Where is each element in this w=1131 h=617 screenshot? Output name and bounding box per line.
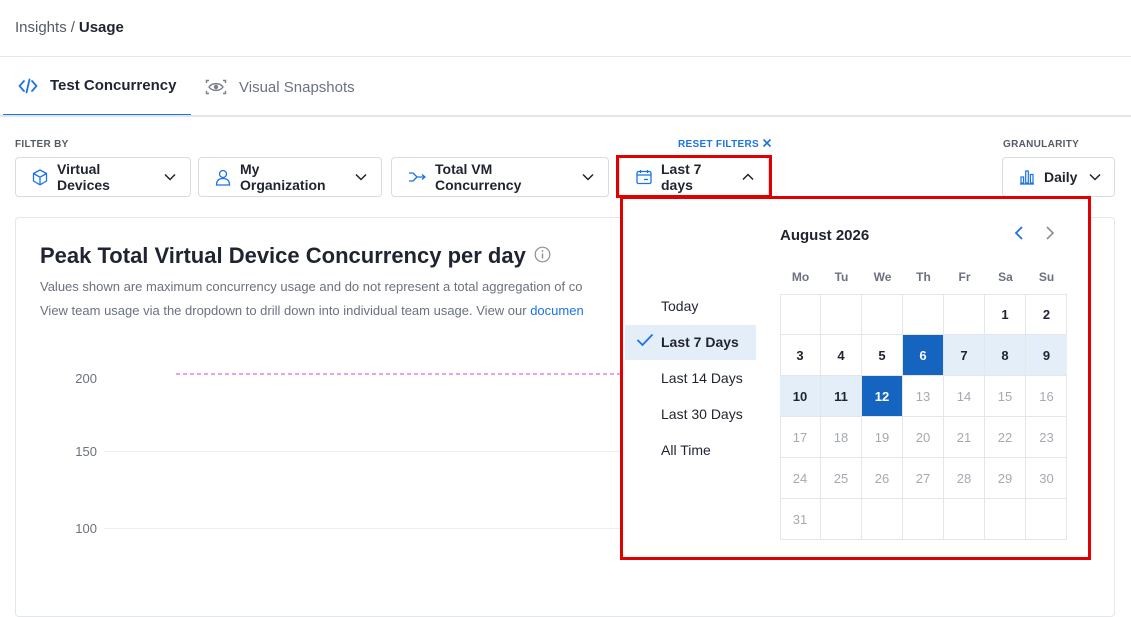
calendar-day[interactable]: 12 — [862, 376, 903, 417]
calendar-empty-cell — [862, 294, 903, 335]
calendar-day[interactable]: 1 — [985, 294, 1026, 335]
calendar-empty-cell — [944, 294, 985, 335]
calendar-empty-cell — [903, 499, 944, 540]
calendar-day: 27 — [903, 458, 944, 499]
close-icon — [762, 138, 772, 151]
chevron-right-icon[interactable] — [1043, 225, 1057, 246]
preset-option[interactable]: Last 30 Days — [661, 406, 743, 422]
month-label: August 2026 — [780, 227, 870, 244]
preset-option[interactable]: Today — [661, 298, 698, 314]
calendar-day: 31 — [780, 499, 821, 540]
weekday-label: We — [873, 270, 892, 284]
calendar-day: 21 — [944, 417, 985, 458]
calendar-day[interactable]: 11 — [821, 376, 862, 417]
calendar-day[interactable]: 2 — [1026, 294, 1067, 335]
calendar-day: 19 — [862, 417, 903, 458]
calendar-day: 23 — [1026, 417, 1067, 458]
calendar-day: 16 — [1026, 376, 1067, 417]
chart-plot — [176, 373, 624, 375]
calendar-day[interactable]: 6 — [903, 335, 944, 376]
calendar-empty-cell — [944, 499, 985, 540]
chevron-left-icon[interactable] — [1012, 225, 1026, 246]
calendar-day: 13 — [903, 376, 944, 417]
granularity-label: GRANULARITY — [1003, 139, 1080, 150]
calendar-day[interactable]: 10 — [780, 376, 821, 417]
calendar-day: 24 — [780, 458, 821, 499]
calendar-day[interactable]: 3 — [780, 335, 821, 376]
calendar-empty-cell — [821, 294, 862, 335]
calendar-day: 18 — [821, 417, 862, 458]
preset-option[interactable]: All Time — [661, 442, 711, 458]
weekday-label: Sa — [998, 270, 1013, 284]
chevron-down-icon — [1089, 173, 1101, 181]
calendar-day[interactable]: 8 — [985, 335, 1026, 376]
calendar-grid: 1 2 3 4 5 6 7 8 9 10 11 12 13 14 15 16 17 18 19 20 21 22 23 24 2… — [780, 294, 1067, 540]
calendar-empty-cell — [1026, 499, 1067, 540]
preset-option[interactable]: Last 14 Days — [661, 370, 743, 386]
granularity-dropdown[interactable]: Daily — [1002, 157, 1115, 197]
reset-filters-button[interactable]: RESET FILTERS — [678, 138, 772, 151]
calendar-day: 28 — [944, 458, 985, 499]
calendar-empty-cell — [903, 294, 944, 335]
calendar-empty-cell — [985, 499, 1026, 540]
calendar-day[interactable]: 4 — [821, 335, 862, 376]
calendar-day: 14 — [944, 376, 985, 417]
weekday-label: Th — [916, 270, 931, 284]
calendar-day: 20 — [903, 417, 944, 458]
granularity-value: Daily — [1044, 169, 1078, 185]
checkmark-icon — [636, 333, 654, 352]
weekday-label: Tu — [834, 270, 849, 284]
calendar-day: 26 — [862, 458, 903, 499]
calendar-day[interactable]: 9 — [1026, 335, 1067, 376]
calendar-day: 22 — [985, 417, 1026, 458]
preset-option[interactable]: Last 7 Days — [661, 334, 739, 350]
reset-filters-label: RESET FILTERS — [678, 139, 759, 150]
weekday-label: Fr — [958, 270, 971, 284]
calendar-empty-cell — [780, 294, 821, 335]
weekday-label: Mo — [791, 270, 810, 284]
calendar-day: 15 — [985, 376, 1026, 417]
calendar-day[interactable]: 7 — [944, 335, 985, 376]
calendar-day[interactable]: 5 — [862, 335, 903, 376]
calendar-empty-cell — [821, 499, 862, 540]
calendar-day: 17 — [780, 417, 821, 458]
calendar-day: 30 — [1026, 458, 1067, 499]
calendar-day: 29 — [985, 458, 1026, 499]
weekday-label: Su — [1038, 270, 1055, 284]
calendar-empty-cell — [862, 499, 903, 540]
bar-chart-icon — [1019, 169, 1035, 185]
calendar-day: 25 — [821, 458, 862, 499]
